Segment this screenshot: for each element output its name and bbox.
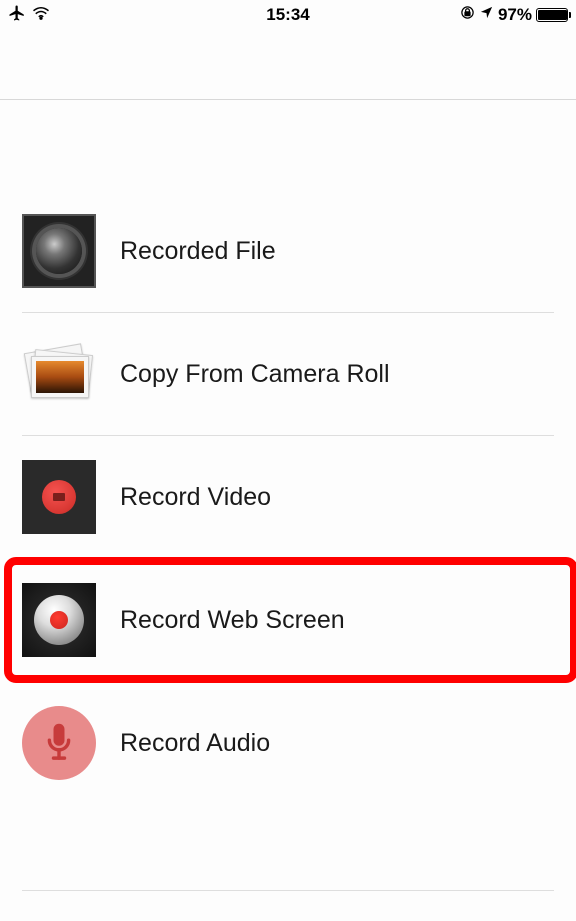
wifi-icon [32,5,50,25]
microphone-icon [22,706,96,780]
video-record-icon [22,460,96,534]
status-time: 15:34 [266,5,309,25]
battery-percent: 97% [498,5,532,25]
bottom-divider [22,890,554,891]
screen-record-icon [22,583,96,657]
menu-item-record-audio[interactable]: Record Audio [22,682,554,804]
menu-item-record-video[interactable]: Record Video [22,436,554,559]
camera-lens-icon [22,214,96,288]
status-left [8,4,50,27]
battery-icon [536,8,568,22]
menu-item-copy-camera-roll[interactable]: Copy From Camera Roll [22,313,554,436]
photo-stack-icon [22,337,96,411]
status-bar: 15:34 97% [0,0,576,30]
nav-header [0,30,576,100]
airplane-mode-icon [8,4,26,27]
menu-item-recorded-file[interactable]: Recorded File [22,190,554,313]
menu-item-record-web-screen[interactable]: Record Web Screen [22,559,554,682]
orientation-lock-icon [460,5,475,25]
menu-label: Recorded File [120,237,276,266]
menu-list: Recorded File Copy From Camera Roll Reco… [0,190,576,804]
menu-label: Record Audio [120,729,270,758]
menu-label: Record Video [120,483,271,512]
menu-label: Copy From Camera Roll [120,360,390,389]
location-icon [479,5,494,25]
menu-label: Record Web Screen [120,606,345,635]
status-right: 97% [460,5,568,25]
content-spacer [0,100,576,190]
